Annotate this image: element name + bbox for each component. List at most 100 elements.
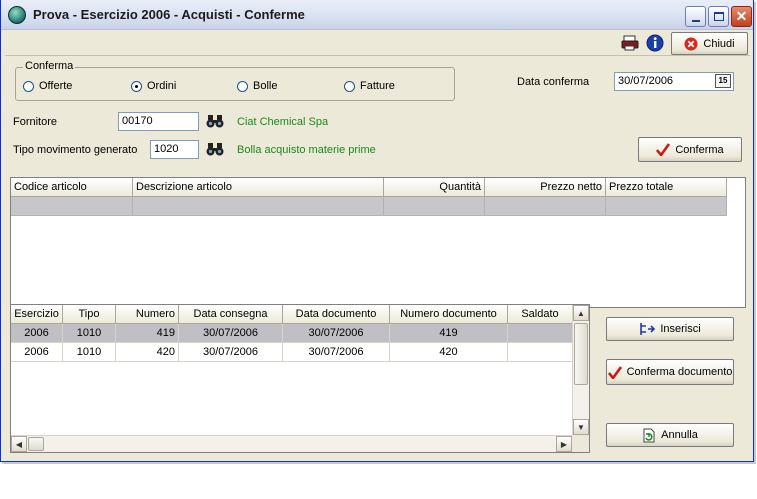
documenti-grid[interactable]: Esercizio Tipo Numero Data consegna Data…	[10, 304, 590, 453]
col-data-consegna[interactable]: Data consegna	[179, 305, 283, 324]
scroll-corner	[572, 435, 589, 452]
tipo-movimento-search-button[interactable]	[204, 139, 226, 159]
radio-offerte[interactable]: Offerte	[23, 80, 72, 92]
radio-bolle-dot[interactable]	[237, 80, 248, 92]
chiudi-label: Chiudi	[703, 37, 735, 50]
col-tipo[interactable]: Tipo	[63, 305, 116, 324]
calendar-icon[interactable]: 15	[715, 74, 731, 88]
fornitore-value: 00170	[122, 115, 153, 127]
col-data-documento[interactable]: Data documento	[283, 305, 390, 324]
title-bar[interactable]: Prova - Esercizio 2006 - Acquisti - Conf…	[1, 0, 753, 30]
radio-ordini-label: Ordini	[147, 80, 177, 92]
info-icon	[646, 34, 664, 52]
insert-icon	[640, 323, 656, 335]
close-circle-icon	[684, 37, 698, 50]
col-esercizio[interactable]: Esercizio	[11, 305, 63, 324]
table-cell: 420	[116, 343, 179, 362]
radio-bolle-label: Bolle	[253, 80, 278, 92]
col-prezzo-totale[interactable]: Prezzo totale	[606, 178, 727, 197]
conferma-group: Conferma Offerte Ordini Bolle Fatture	[15, 60, 455, 101]
radio-fatture-dot[interactable]	[344, 80, 355, 92]
scroll-thumb-horizontal[interactable]	[28, 437, 44, 451]
radio-bolle[interactable]: Bolle	[237, 80, 277, 92]
radio-fatture[interactable]: Fatture	[344, 80, 395, 92]
col-descrizione-articolo[interactable]: Descrizione articolo	[133, 178, 384, 197]
conferma-documento-label: Conferma documento	[626, 366, 733, 378]
info-button[interactable]	[644, 32, 666, 54]
printer-icon	[621, 35, 639, 51]
close-window-button[interactable]: ✕	[731, 6, 752, 27]
conferma-button-label: Conferma	[675, 143, 724, 156]
col-quantita[interactable]: Quantità	[384, 178, 485, 197]
horizontal-scrollbar[interactable]: ◀ ▶	[11, 435, 572, 452]
scroll-up-icon[interactable]: ▲	[573, 305, 589, 321]
tipo-movimento-field[interactable]: 1020	[150, 140, 199, 159]
inserisci-label: Inserisci	[660, 323, 701, 335]
tipo-movimento-label: Tipo movimento generato	[13, 144, 138, 156]
articoli-grid[interactable]: Codice articolo Descrizione articolo Qua…	[10, 177, 746, 308]
annulla-button[interactable]: Annulla	[606, 423, 734, 447]
radio-offerte-label: Offerte	[39, 80, 73, 92]
radio-fatture-label: Fatture	[360, 80, 395, 92]
table-row[interactable]: 2006 1010 419 30/07/2006 30/07/2006 419	[11, 324, 573, 343]
table-cell: 419	[390, 324, 508, 343]
checkmark-icon	[607, 365, 622, 379]
table-row[interactable]: 2006 1010 420 30/07/2006 30/07/2006 420	[11, 343, 573, 362]
conferma-legend: Conferma	[23, 60, 76, 72]
close-icon: ✕	[735, 8, 748, 24]
main-window: Prova - Esercizio 2006 - Acquisti - Conf…	[0, 0, 754, 462]
table-cell: 2006	[11, 324, 63, 343]
documenti-grid-header: Esercizio Tipo Numero Data consegna Data…	[11, 305, 589, 324]
table-cell: 419	[116, 324, 179, 343]
tipo-movimento-description: Bolla acquisto materie prime	[237, 144, 376, 156]
checkmark-icon	[656, 143, 671, 156]
minimize-icon	[691, 19, 700, 22]
table-cell: 1010	[63, 324, 116, 343]
table-row[interactable]	[11, 197, 727, 216]
conferma-documento-button[interactable]: Conferma documento	[606, 359, 734, 385]
articoli-grid-header: Codice articolo Descrizione articolo Qua…	[11, 178, 745, 197]
col-saldato[interactable]: Saldato	[508, 305, 573, 324]
maximize-button[interactable]	[708, 6, 729, 27]
radio-offerte-dot[interactable]	[23, 80, 34, 92]
chiudi-button[interactable]: Chiudi	[671, 32, 748, 55]
table-cell: 2006	[11, 343, 63, 362]
scroll-down-icon[interactable]: ▼	[573, 419, 589, 435]
table-cell	[11, 197, 133, 216]
col-prezzo-netto[interactable]: Prezzo netto	[485, 178, 606, 197]
fornitore-search-button[interactable]	[204, 111, 226, 131]
table-cell	[508, 343, 573, 362]
table-cell	[508, 324, 573, 343]
table-cell: 30/07/2006	[179, 324, 283, 343]
tipo-movimento-value: 1020	[154, 143, 179, 155]
maximize-icon	[713, 12, 724, 21]
print-button[interactable]	[619, 32, 641, 54]
scroll-right-icon[interactable]: ▶	[556, 436, 572, 452]
calendar-icon-glyph: 15	[718, 76, 728, 85]
table-cell	[133, 197, 384, 216]
col-numero[interactable]: Numero	[116, 305, 179, 324]
table-cell: 30/07/2006	[283, 324, 390, 343]
app-icon	[8, 6, 26, 24]
data-conferma-value: 30/07/2006	[618, 75, 674, 87]
scroll-left-icon[interactable]: ◀	[11, 436, 27, 452]
conferma-button[interactable]: Conferma	[638, 137, 742, 162]
radio-ordini-dot[interactable]	[131, 80, 142, 92]
window-title: Prova - Esercizio 2006 - Acquisti - Conf…	[33, 7, 305, 22]
table-cell: 30/07/2006	[283, 343, 390, 362]
vertical-scrollbar[interactable]: ▲ ▼	[572, 305, 589, 435]
binoculars-icon	[206, 115, 224, 128]
fornitore-label: Fornitore	[13, 116, 58, 128]
table-cell: 1010	[63, 343, 116, 362]
minimize-button[interactable]	[685, 6, 706, 27]
scroll-thumb[interactable]	[574, 323, 588, 385]
fornitore-field[interactable]: 00170	[118, 112, 199, 131]
radio-ordini[interactable]: Ordini	[131, 80, 176, 92]
table-cell	[384, 197, 485, 216]
inserisci-button[interactable]: Inserisci	[606, 317, 734, 341]
fornitore-name: Ciat Chemical Spa	[237, 116, 329, 128]
col-numero-documento[interactable]: Numero documento	[390, 305, 508, 324]
col-codice-articolo[interactable]: Codice articolo	[11, 178, 133, 197]
table-cell	[606, 197, 727, 216]
table-cell: 30/07/2006	[179, 343, 283, 362]
